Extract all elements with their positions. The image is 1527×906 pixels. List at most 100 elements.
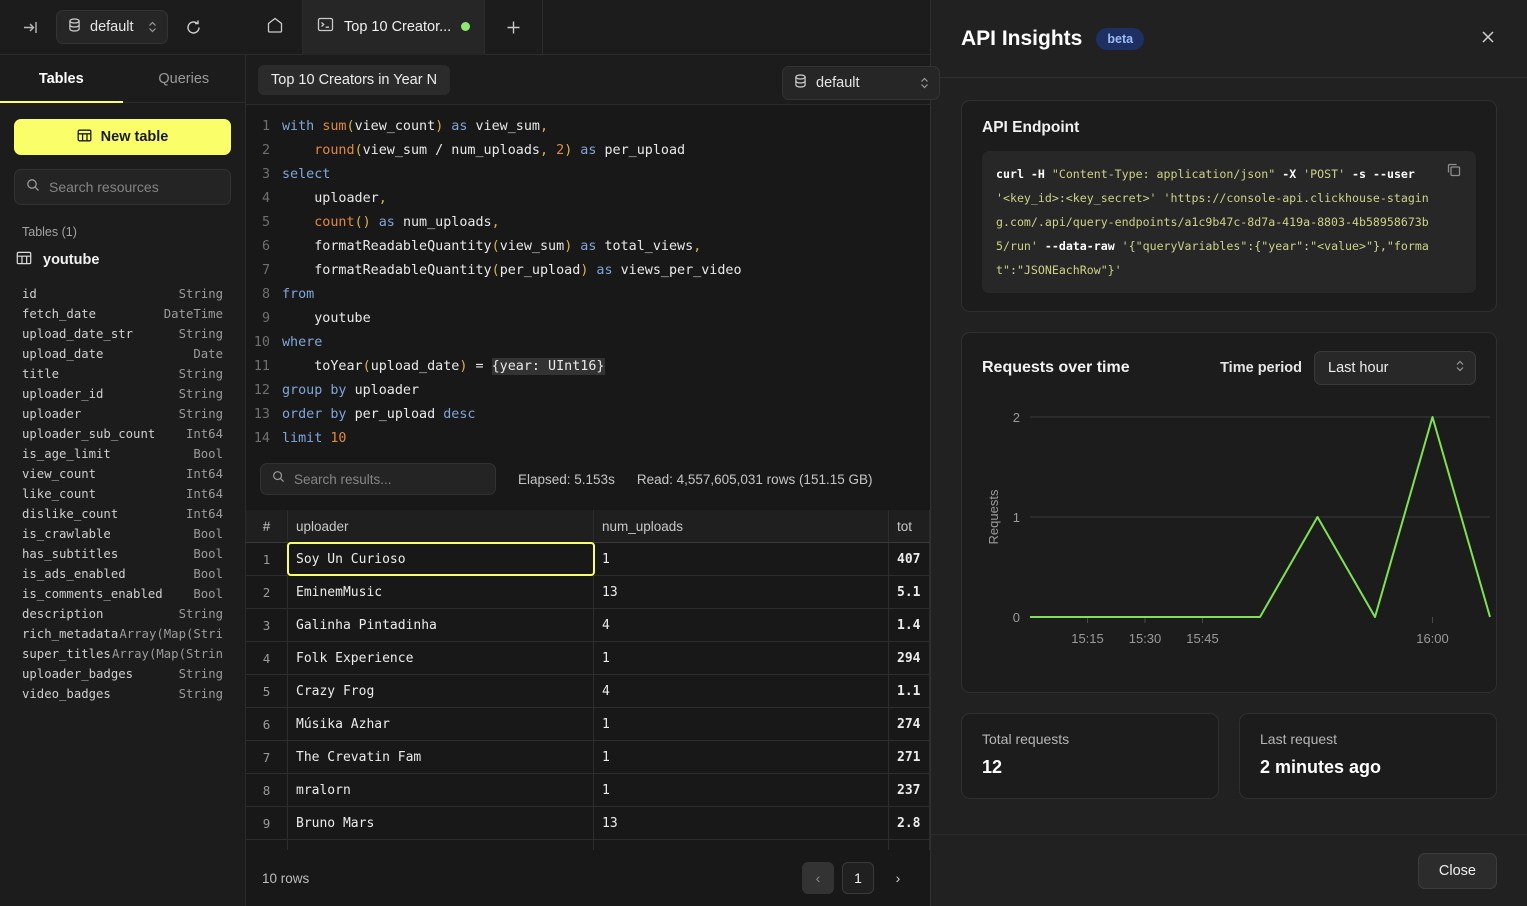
editor-database-selector[interactable]: default	[782, 66, 940, 100]
table-row[interactable]: 3Galinha Pintadinha41.4	[246, 609, 930, 642]
table-row[interactable]: 8mralorn1237	[246, 774, 930, 807]
column-row[interactable]: is_comments_enabledBool	[0, 584, 245, 604]
column-name: like_count	[22, 487, 96, 501]
cell-uploader[interactable]: The Crevatin Fam	[288, 741, 594, 773]
column-row[interactable]: upload_dateDate	[0, 344, 245, 364]
column-row[interactable]: idString	[0, 284, 245, 304]
column-row[interactable]: rich_metadataArray(Map(Stri	[0, 624, 245, 644]
tab-tables[interactable]: Tables	[0, 55, 123, 102]
cell-total-views[interactable]: 1.4	[889, 609, 930, 641]
time-period-select[interactable]: Last hour	[1314, 351, 1476, 385]
column-header-uploader[interactable]: uploader	[288, 510, 594, 542]
cell-uploader[interactable]: Soy Un Curioso	[288, 543, 594, 575]
home-tab[interactable]	[248, 0, 303, 55]
row-index[interactable]: 6	[246, 708, 288, 740]
row-index[interactable]: 1	[246, 543, 288, 575]
column-row[interactable]: upload_date_strString	[0, 324, 245, 344]
cell-num-uploads[interactable]: 1	[594, 543, 889, 575]
table-row[interactable]: 1Soy Un Curioso1407	[246, 543, 930, 576]
tab-queries[interactable]: Queries	[123, 55, 246, 102]
cell-total-views[interactable]: 2.8	[889, 807, 930, 839]
row-index[interactable]: 4	[246, 642, 288, 674]
cell-num-uploads[interactable]: 13	[594, 807, 889, 839]
prev-page-button[interactable]: ‹	[802, 862, 834, 894]
table-row[interactable]: 6Músika Azhar1274	[246, 708, 930, 741]
cell-num-uploads[interactable]: 1	[594, 774, 889, 806]
cell-total-views[interactable]: 294	[889, 642, 930, 674]
collapse-sidebar-icon[interactable]	[10, 7, 50, 47]
cell-total-views[interactable]: 271	[889, 741, 930, 773]
cell-total-views[interactable]: 1.1	[889, 675, 930, 707]
column-row[interactable]: fetch_dateDateTime	[0, 304, 245, 324]
row-index[interactable]: 9	[246, 807, 288, 839]
row-index[interactable]: 7	[246, 741, 288, 773]
row-index[interactable]: 2	[246, 576, 288, 608]
search-results-input[interactable]: Search results...	[260, 463, 496, 495]
close-icon[interactable]	[1479, 28, 1497, 50]
cell-total-views[interactable]: 274	[889, 708, 930, 740]
column-row[interactable]: is_ads_enabledBool	[0, 564, 245, 584]
close-button[interactable]: Close	[1418, 853, 1497, 889]
column-header-total-views[interactable]: tot	[889, 510, 930, 542]
column-row[interactable]: uploaderString	[0, 404, 245, 424]
column-row[interactable]: view_countInt64	[0, 464, 245, 484]
cell-uploader[interactable]: Galinha Pintadinha	[288, 609, 594, 641]
cell-num-uploads[interactable]: 1	[594, 642, 889, 674]
column-row[interactable]: is_crawlableBool	[0, 524, 245, 544]
column-row[interactable]: video_badgesString	[0, 684, 245, 704]
search-resources-input[interactable]: Search resources	[14, 169, 231, 205]
cell-num-uploads[interactable]: 4	[594, 675, 889, 707]
column-row[interactable]: descriptionString	[0, 604, 245, 624]
column-row[interactable]: super_titlesArray(Map(Strin	[0, 644, 245, 664]
last-request-label: Last request	[1260, 731, 1476, 747]
column-row[interactable]: has_subtitlesBool	[0, 544, 245, 564]
refresh-icon[interactable]	[176, 10, 210, 44]
copy-icon[interactable]	[1445, 161, 1463, 179]
new-tab-button[interactable]	[485, 0, 543, 55]
sql-editor[interactable]: 1with sum(view_count) as view_sum, 2 rou…	[246, 105, 930, 455]
cell-num-uploads[interactable]: 4	[594, 609, 889, 641]
cell-uploader[interactable]: Crazy Frog	[288, 675, 594, 707]
cell-total-views[interactable]: 5.1	[889, 576, 930, 608]
table-row[interactable]: 9Bruno Mars132.8	[246, 807, 930, 840]
sidebar-item-youtube[interactable]: youtube	[16, 247, 231, 273]
row-index[interactable]: 5	[246, 675, 288, 707]
read-stat: Read: 4,557,605,031 rows (151.15 GB)	[637, 472, 873, 487]
table-row[interactable]: 7The Crevatin Fam1271	[246, 741, 930, 774]
column-row[interactable]: like_countInt64	[0, 484, 245, 504]
column-row[interactable]: is_age_limitBool	[0, 444, 245, 464]
cell-total-views[interactable]: 237	[889, 774, 930, 806]
page-number[interactable]: 1	[842, 862, 874, 894]
database-selector[interactable]: default	[56, 10, 168, 44]
curl-command[interactable]: curl -H "Content-Type: application/json"…	[982, 151, 1476, 293]
query-tab[interactable]: Top 10 Creator...	[303, 0, 485, 55]
cell-uploader[interactable]: EminemMusic	[288, 576, 594, 608]
cell-uploader[interactable]: mralorn	[288, 774, 594, 806]
query-name-chip[interactable]: Top 10 Creators in Year N	[258, 65, 450, 95]
column-row[interactable]: dislike_countInt64	[0, 504, 245, 524]
row-index[interactable]: 8	[246, 774, 288, 806]
column-row[interactable]: titleString	[0, 364, 245, 384]
chevron-updown-icon	[1455, 359, 1465, 378]
line-number: 4	[246, 187, 282, 211]
new-table-button[interactable]: New table	[14, 119, 231, 155]
column-row[interactable]: uploader_idString	[0, 384, 245, 404]
cell-num-uploads[interactable]: 1	[594, 741, 889, 773]
cell-num-uploads[interactable]: 1	[594, 708, 889, 740]
cell-uploader[interactable]: Músika Azhar	[288, 708, 594, 740]
column-header-index[interactable]: #	[246, 510, 288, 542]
column-header-num-uploads[interactable]: num_uploads	[594, 510, 889, 542]
table-row[interactable]: 5Crazy Frog41.1	[246, 675, 930, 708]
results-grid[interactable]: # uploader num_uploads tot 1Soy Un Curio…	[246, 510, 930, 906]
cell-total-views[interactable]: 407	[889, 543, 930, 575]
table-row[interactable]: 2EminemMusic135.1	[246, 576, 930, 609]
cell-uploader[interactable]: Bruno Mars	[288, 807, 594, 839]
column-type: String	[179, 287, 223, 301]
column-row[interactable]: uploader_badgesString	[0, 664, 245, 684]
column-row[interactable]: uploader_sub_countInt64	[0, 424, 245, 444]
table-row[interactable]: 4Folk Experience1294	[246, 642, 930, 675]
cell-num-uploads[interactable]: 13	[594, 576, 889, 608]
cell-uploader[interactable]: Folk Experience	[288, 642, 594, 674]
next-page-button[interactable]: ›	[882, 862, 914, 894]
row-index[interactable]: 3	[246, 609, 288, 641]
